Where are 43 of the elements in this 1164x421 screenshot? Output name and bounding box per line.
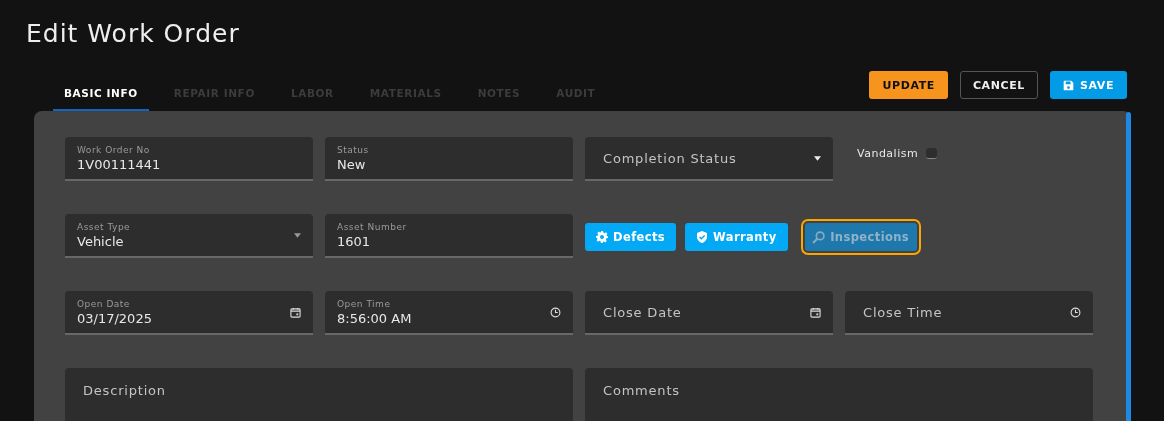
clock-icon <box>1070 306 1081 318</box>
gear-icon <box>596 231 608 243</box>
input-field[interactable]: Open Time 8:56:00 AM <box>325 291 573 335</box>
update-button[interactable]: UPDATE <box>869 71 948 99</box>
select-field[interactable]: Asset Type Vehicle <box>65 214 313 258</box>
input-field[interactable]: Open Date 03/17/2025 <box>65 291 313 335</box>
field-label: Work Order No <box>77 144 151 155</box>
field-value: New <box>337 156 367 172</box>
text-area[interactable]: Description <box>65 368 573 421</box>
field-value: 1601 <box>337 233 372 249</box>
caret-icon <box>814 155 821 161</box>
text-area[interactable]: Comments <box>585 368 1093 421</box>
input-field[interactable]: Work Order No 1V00111441 <box>65 137 313 181</box>
field-placeholder: Close Date <box>602 304 683 320</box>
field-placeholder: Completion Status <box>602 150 738 166</box>
field-label: Asset Number <box>337 221 408 232</box>
field-label: Open Date <box>77 298 131 309</box>
field-value: 03/17/2025 <box>77 310 153 326</box>
field-value: 8:56:00 AM <box>337 310 413 326</box>
shield-check-icon <box>696 231 709 243</box>
input-field[interactable]: Close Time <box>845 291 1093 335</box>
caret-icon <box>294 232 301 238</box>
calendar-icon <box>290 306 301 318</box>
page-title: Edit Work Order <box>26 18 241 50</box>
field-label: Asset Type <box>77 221 132 232</box>
checkbox-label: Vandalism <box>857 147 919 160</box>
select-field[interactable]: Completion Status <box>585 137 833 181</box>
magnifier-icon <box>812 230 826 244</box>
field-label: Status <box>337 144 370 155</box>
field-placeholder: Close Time <box>862 304 944 320</box>
scrollbar[interactable] <box>1126 112 1131 421</box>
field-value: Vehicle <box>77 233 125 249</box>
input-field[interactable]: Close Date <box>585 291 833 335</box>
clock-icon <box>550 306 561 318</box>
input-field[interactable]: Asset Number 1601 <box>325 214 573 258</box>
field-placeholder: Comments <box>602 383 680 398</box>
input-field[interactable]: Status New <box>325 137 573 181</box>
field-placeholder: Description <box>82 383 166 398</box>
field-value: 1V00111441 <box>77 156 162 172</box>
checkbox[interactable] <box>926 148 938 159</box>
field-label: Open Time <box>337 298 392 309</box>
cancel-button[interactable]: CANCEL <box>959 71 1038 99</box>
calendar-icon <box>810 306 821 318</box>
